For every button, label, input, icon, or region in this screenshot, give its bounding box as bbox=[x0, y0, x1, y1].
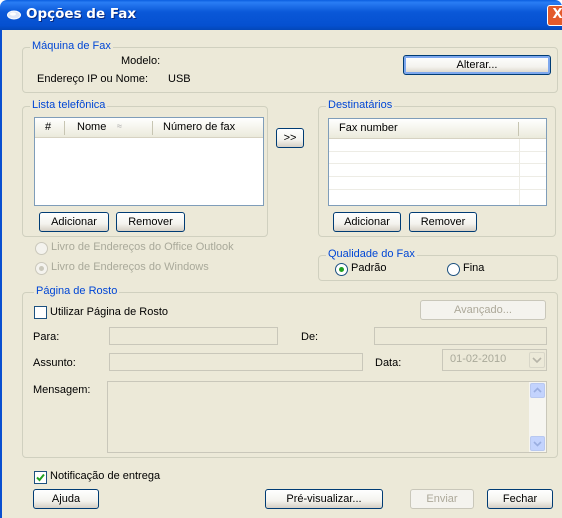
source-windows-label: Livro de Endereços do Windows bbox=[51, 261, 209, 273]
address-value: USB bbox=[168, 73, 191, 85]
recipients-add-button[interactable]: Adicionar bbox=[333, 212, 401, 232]
quality-fine-label: Fina bbox=[463, 262, 485, 274]
advanced-button[interactable]: Avançado... bbox=[420, 300, 546, 320]
column-number[interactable]: # bbox=[45, 121, 51, 133]
phonebook-remove-button[interactable]: Remover bbox=[116, 212, 185, 232]
date-picker[interactable]: 01-02-2010 bbox=[442, 349, 547, 371]
from-label: De: bbox=[301, 331, 319, 343]
use-cover-page-label: Utilizar Página de Rosto bbox=[50, 306, 169, 318]
column-recipient-fax[interactable]: Fax number bbox=[339, 122, 398, 134]
source-outlook-radio[interactable] bbox=[35, 242, 48, 255]
quality-standard-radio[interactable] bbox=[335, 263, 348, 276]
close-icon: X bbox=[552, 7, 562, 22]
fax-machine-legend: Máquina de Fax bbox=[30, 40, 113, 52]
column-name[interactable]: Nome bbox=[77, 121, 106, 133]
date-dropdown-button[interactable] bbox=[529, 352, 545, 368]
to-label: Para: bbox=[33, 331, 60, 343]
date-label: Data: bbox=[375, 357, 402, 369]
recipients-legend: Destinatários bbox=[326, 99, 395, 111]
recipients-remove-button[interactable]: Remover bbox=[409, 212, 477, 232]
scroll-down-button[interactable] bbox=[530, 436, 545, 451]
cover-page-legend: Página de Rosto bbox=[34, 285, 120, 297]
address-label: Endereço IP ou Nome: bbox=[37, 73, 149, 85]
fax-quality-legend: Qualidade do Fax bbox=[326, 248, 417, 260]
column-fax-number[interactable]: Número de fax bbox=[163, 121, 235, 133]
chevron-down-icon bbox=[533, 441, 542, 447]
to-field[interactable] bbox=[109, 327, 278, 345]
message-field[interactable] bbox=[107, 381, 547, 453]
phonebook-list-header: # Nome ≈ Número de fax bbox=[35, 118, 263, 138]
message-scrollbar[interactable] bbox=[529, 382, 546, 452]
add-to-recipients-button[interactable]: >> bbox=[276, 128, 304, 148]
subject-label: Assunto: bbox=[33, 357, 76, 369]
close-button[interactable]: Fechar bbox=[487, 489, 553, 509]
help-button[interactable]: Ajuda bbox=[33, 489, 99, 509]
sort-icon: ≈ bbox=[117, 121, 122, 131]
chevron-up-icon bbox=[533, 387, 542, 393]
quality-fine-radio[interactable] bbox=[447, 263, 460, 276]
send-button[interactable]: Enviar bbox=[410, 489, 474, 509]
preview-button[interactable]: Pré-visualizar... bbox=[265, 489, 383, 509]
phonebook-legend: Lista telefônica bbox=[30, 99, 108, 111]
source-windows-radio[interactable] bbox=[35, 262, 48, 275]
phonebook-list[interactable]: # Nome ≈ Número de fax bbox=[34, 117, 264, 206]
scroll-up-button[interactable] bbox=[530, 383, 545, 398]
chevron-down-icon bbox=[532, 357, 542, 364]
quality-standard-label: Padrão bbox=[351, 262, 387, 274]
subject-field[interactable] bbox=[109, 353, 363, 371]
phonebook-add-button[interactable]: Adicionar bbox=[39, 212, 109, 232]
message-label: Mensagem: bbox=[33, 384, 91, 396]
fax-app-icon bbox=[7, 10, 21, 20]
use-cover-page-checkbox[interactable] bbox=[34, 306, 47, 319]
window-title: Opções de Fax bbox=[26, 6, 137, 22]
checkmark-icon bbox=[36, 473, 45, 482]
source-outlook-label: Livro de Endereços do Office Outlook bbox=[51, 241, 234, 253]
recipients-list-header: Fax number bbox=[329, 119, 546, 139]
change-machine-button[interactable]: Alterar... bbox=[403, 55, 551, 75]
model-label: Modelo: bbox=[121, 55, 161, 67]
recipients-list[interactable]: Fax number bbox=[328, 118, 547, 206]
delivery-notification-checkbox[interactable] bbox=[34, 471, 47, 484]
close-window-button[interactable]: X bbox=[547, 5, 562, 26]
delivery-notification-label: Notificação de entrega bbox=[50, 470, 161, 482]
date-value: 01-02-2010 bbox=[450, 353, 507, 365]
from-field[interactable] bbox=[374, 327, 547, 345]
